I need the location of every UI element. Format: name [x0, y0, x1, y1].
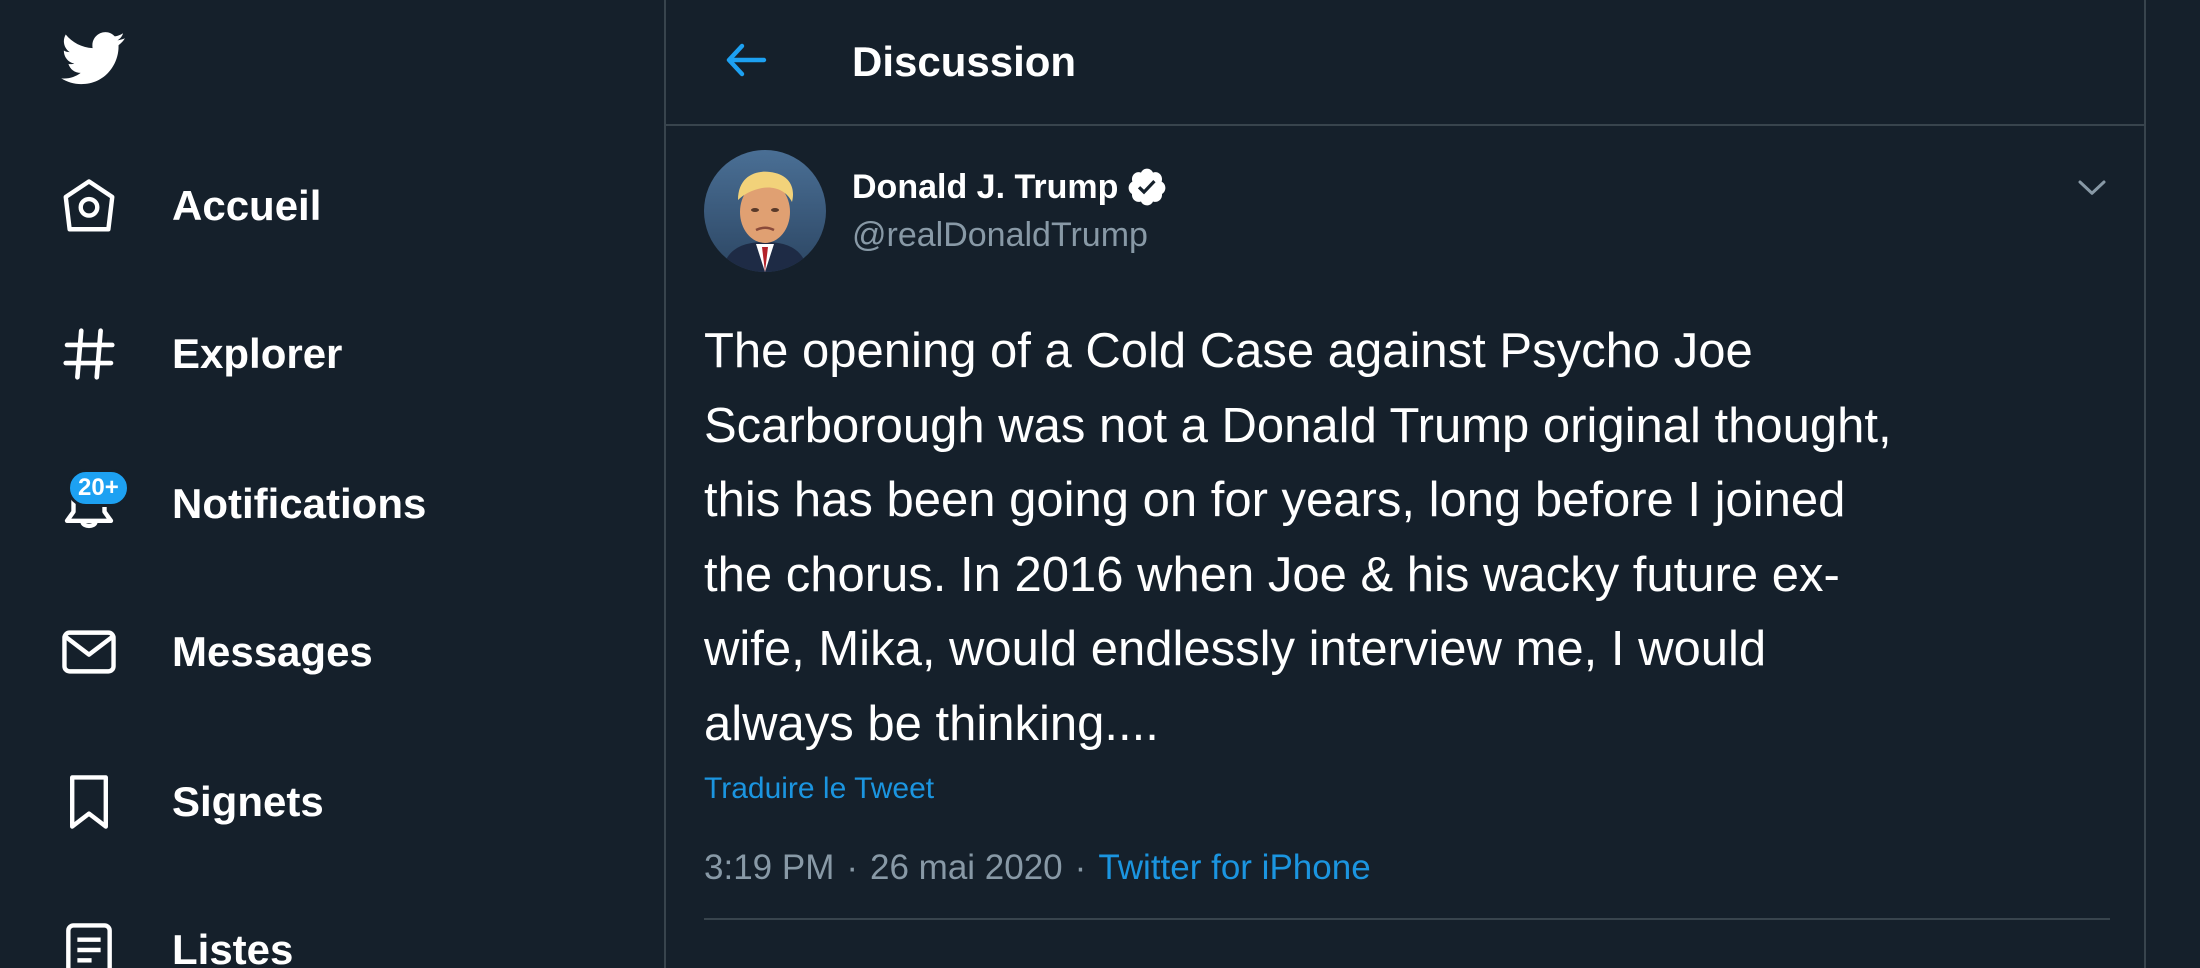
meta-separator: · — [1074, 848, 1087, 887]
sidebar-item-messages[interactable]: Messages — [54, 612, 614, 692]
author-row[interactable]: Donald J. Trump — [852, 166, 1168, 208]
app-window: Accueil Explorer 20+ Notifications Messa… — [0, 0, 2200, 968]
translate-tweet-link[interactable]: Traduire le Tweet — [704, 772, 934, 806]
back-button[interactable] — [714, 28, 778, 92]
page-header: Discussion — [666, 0, 2144, 126]
tweet-date[interactable]: 26 mai 2020 — [870, 848, 1063, 888]
home-icon — [54, 171, 124, 241]
bookmark-icon — [54, 767, 124, 837]
sidebar-item-accueil[interactable]: Accueil — [54, 166, 614, 246]
sidebar-item-listes[interactable]: Listes — [54, 910, 614, 968]
sidebar-item-explorer[interactable]: Explorer — [54, 314, 614, 394]
sidebar-item-label: Listes — [172, 926, 294, 968]
verified-badge-icon — [1128, 168, 1166, 206]
chevron-down-icon — [2078, 180, 2106, 195]
sidebar: Accueil Explorer 20+ Notifications Messa… — [0, 0, 664, 968]
hashtag-icon — [54, 319, 124, 389]
sidebar-item-signets[interactable]: Signets — [54, 762, 614, 842]
sidebar-item-label: Signets — [172, 778, 324, 825]
author-handle[interactable]: @realDonaldTrump — [852, 216, 1148, 255]
twitter-logo-icon[interactable] — [56, 26, 132, 90]
tweet-text: The opening of a Cold Case against Psych… — [704, 324, 1892, 751]
list-icon — [54, 915, 124, 968]
sidebar-item-label: Messages — [172, 628, 373, 675]
arrow-left-icon — [726, 43, 767, 77]
tweet: Donald J. Trump @realDonaldTrump The ope… — [704, 126, 2110, 968]
main-column: Discussion Donald J. Trump @realDonaldTr… — [664, 0, 2146, 968]
tweet-source-link[interactable]: Twitter for iPhone — [1098, 848, 1370, 888]
divider — [704, 918, 2110, 920]
page-title: Discussion — [852, 38, 1077, 85]
tweet-meta: 3:19 PM · 26 mai 2020 · Twitter for iPho… — [704, 848, 1371, 888]
tweet-menu-button[interactable] — [2074, 170, 2110, 206]
notification-badge: 20+ — [67, 469, 130, 507]
tweet-time[interactable]: 3:19 PM — [704, 848, 834, 888]
sidebar-item-label: Explorer — [172, 330, 343, 377]
bell-icon: 20+ — [54, 469, 130, 539]
envelope-icon — [54, 617, 124, 687]
sidebar-item-label: Accueil — [172, 182, 322, 229]
author-name[interactable]: Donald J. Trump — [852, 168, 1118, 207]
sidebar-item-notifications[interactable]: 20+ Notifications — [54, 464, 614, 544]
sidebar-item-label: Notifications — [172, 480, 427, 527]
meta-separator: · — [846, 848, 859, 887]
avatar[interactable] — [704, 150, 826, 272]
